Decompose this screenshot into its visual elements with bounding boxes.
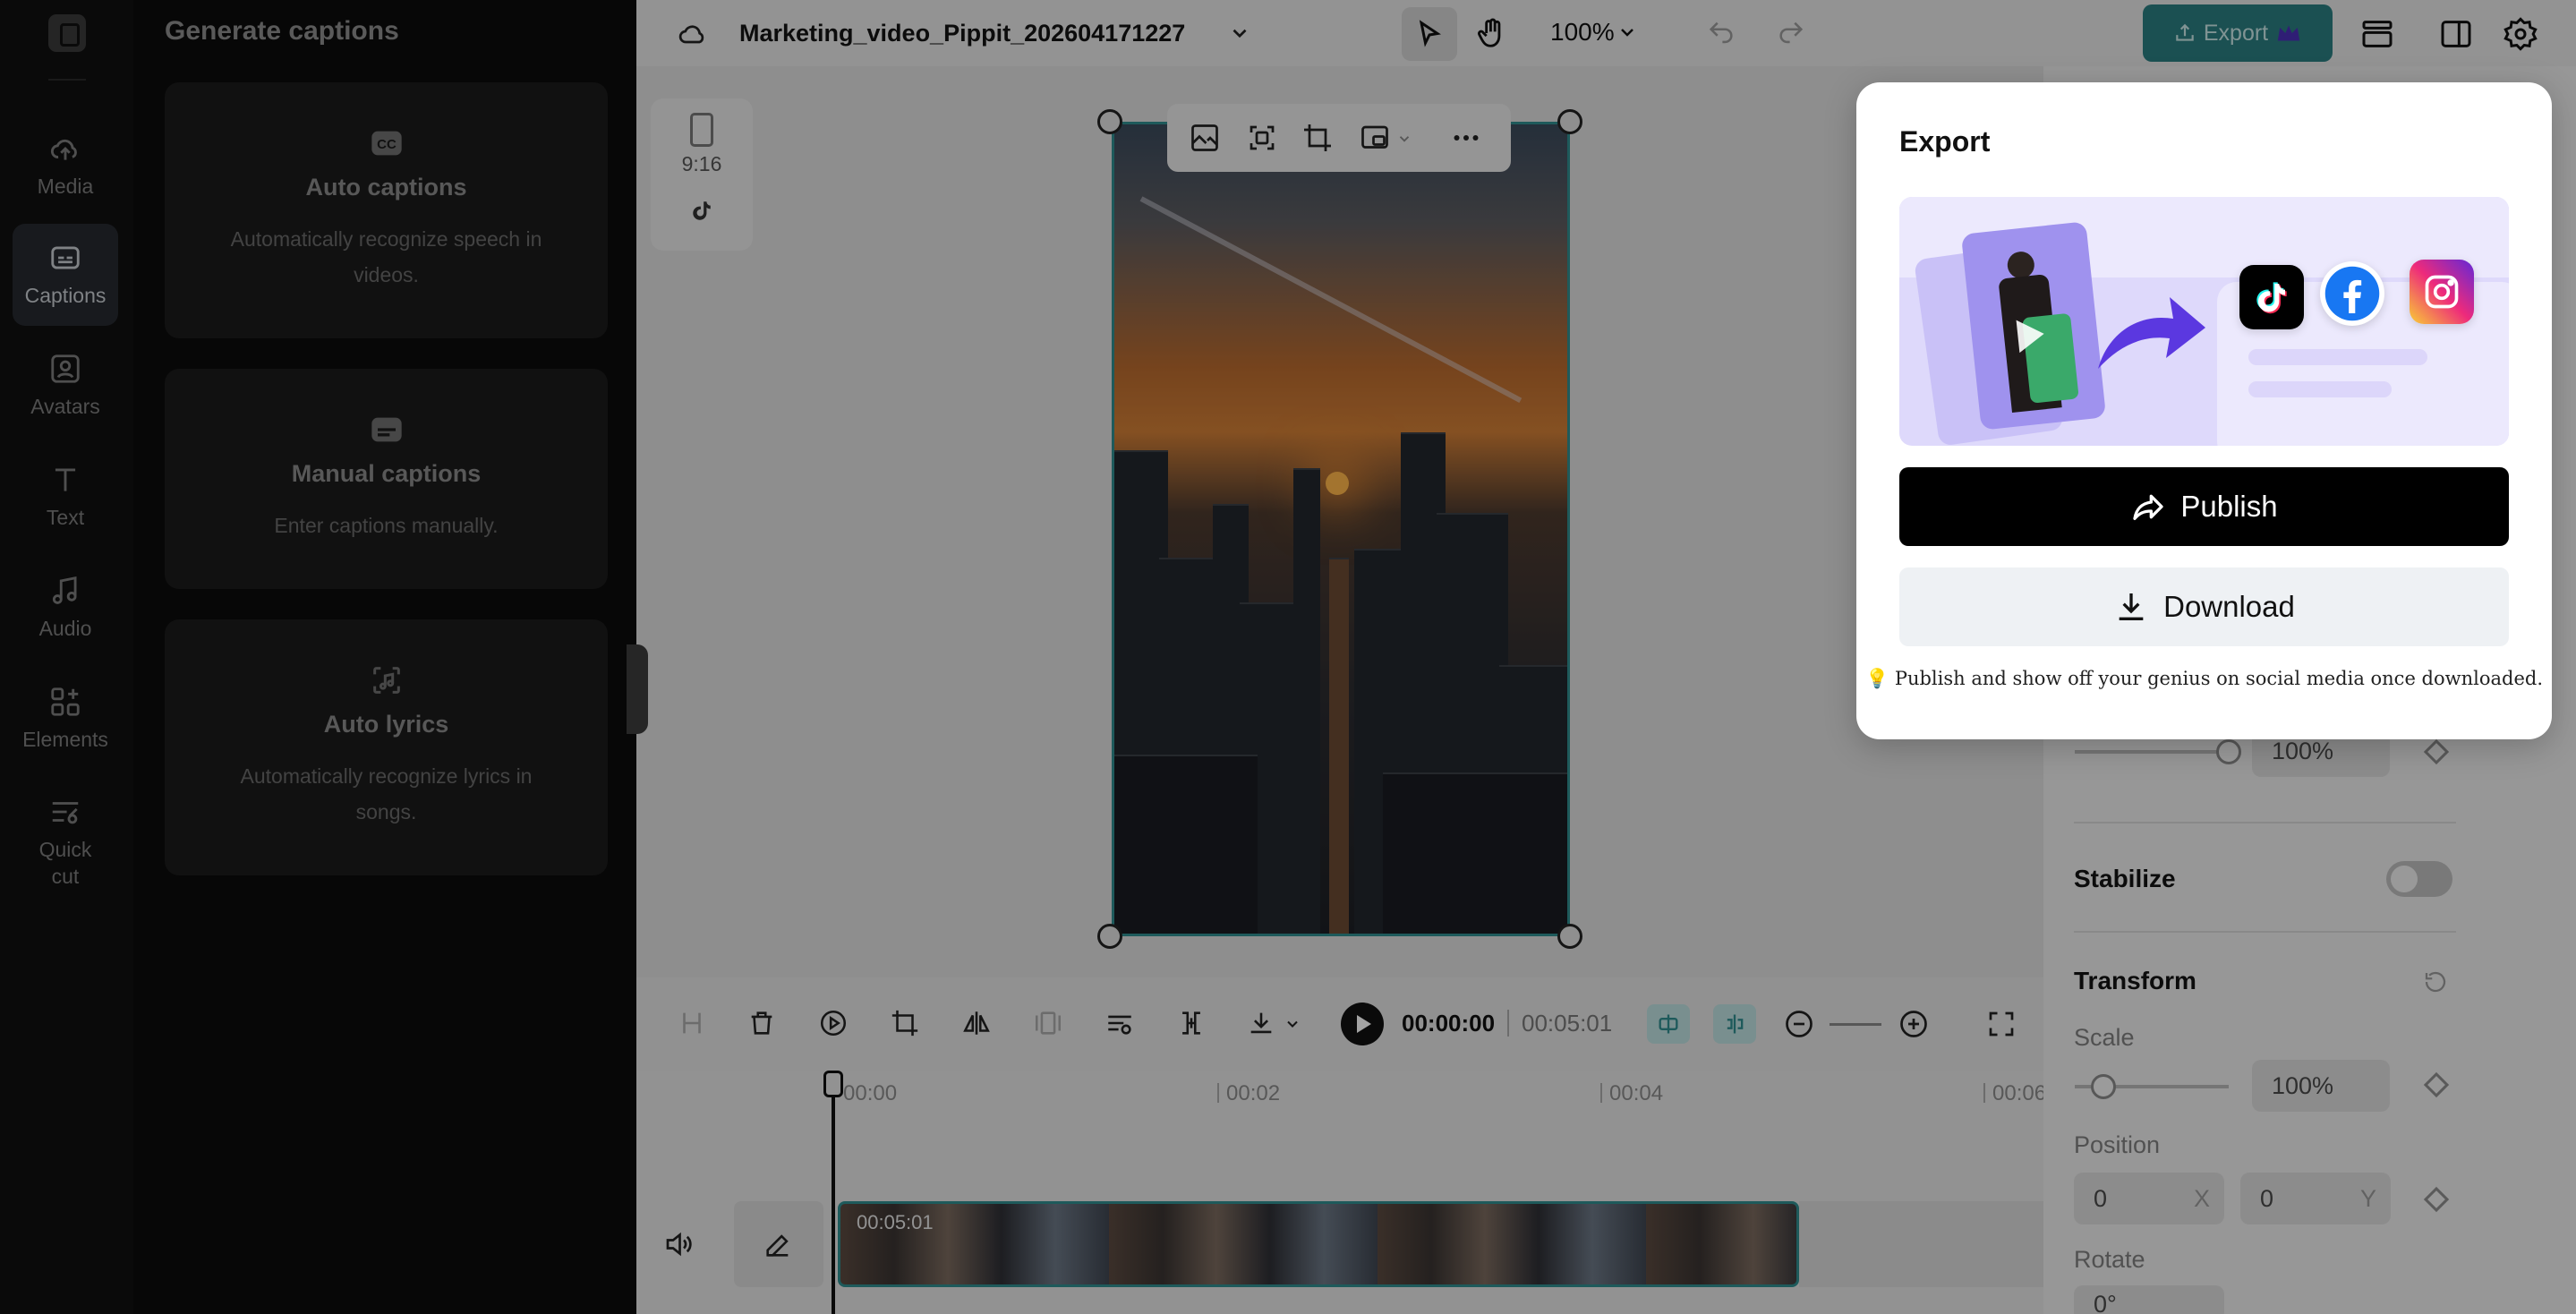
instagram-glyph	[2425, 275, 2459, 309]
play-icon	[2016, 320, 2044, 354]
download-button[interactable]: Download	[1899, 567, 2509, 646]
publish-label: Publish	[2180, 490, 2278, 523]
arrow-icon	[2098, 297, 2205, 369]
video-thumbnail	[1960, 221, 2107, 431]
tiktok-icon[interactable]	[2239, 265, 2304, 329]
panel-collapse-handle[interactable]	[627, 644, 648, 734]
facebook-icon[interactable]	[2320, 261, 2384, 326]
placeholder-line	[2248, 349, 2427, 365]
placeholder-line	[2248, 381, 2392, 397]
instagram-icon[interactable]	[2410, 260, 2474, 324]
export-dialog-title: Export	[1899, 125, 1991, 158]
export-illustration	[1899, 197, 2509, 446]
export-hint-text: 💡 Publish and show off your genius on so…	[1865, 668, 2543, 689]
export-dialog: Export Publish Download 💡 Publish and sh	[1856, 82, 2552, 739]
download-icon	[2119, 593, 2144, 620]
facebook-glyph	[2324, 266, 2380, 321]
tiktok-glyph	[2256, 282, 2287, 314]
publish-button[interactable]: Publish	[1899, 467, 2509, 546]
download-label: Download	[2163, 590, 2295, 623]
share-arrow-icon	[2133, 494, 2164, 520]
